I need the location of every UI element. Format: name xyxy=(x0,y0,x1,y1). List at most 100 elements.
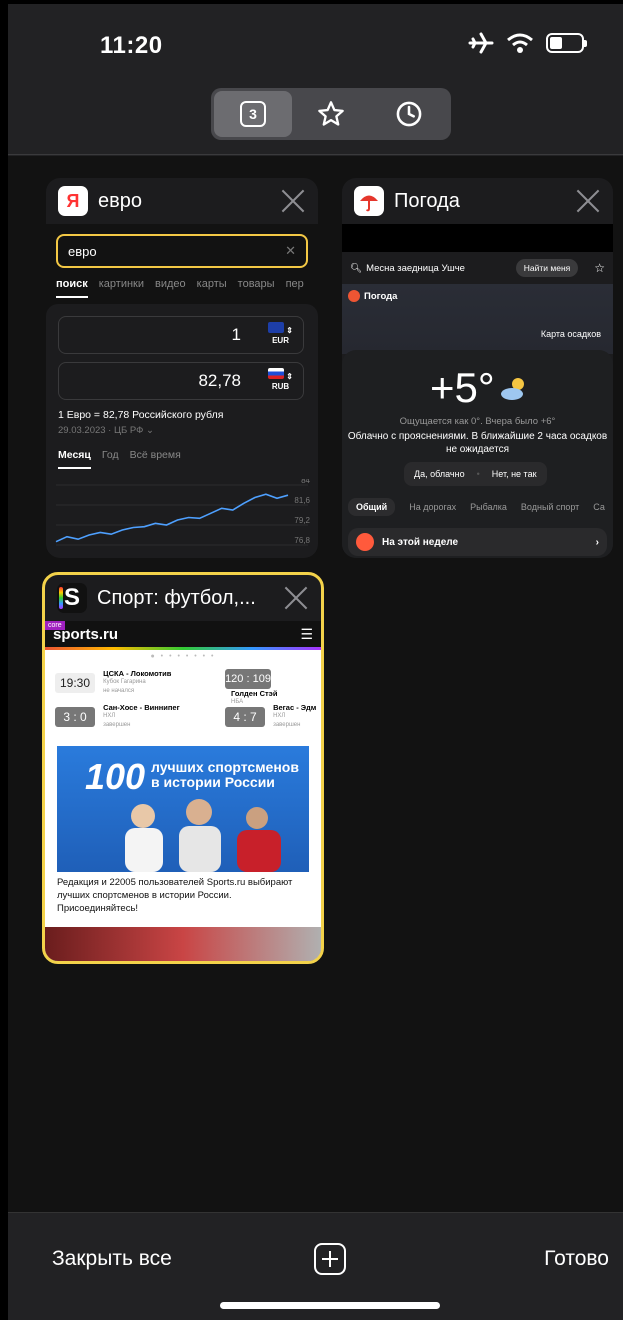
match-teams: Сан-Хосе - Виннипег xyxy=(103,703,180,712)
rub-amount: 82,78 xyxy=(198,371,241,390)
sports-header: sports.ru ☰ xyxy=(45,621,321,647)
weather-tabs: Общий На дорогах Рыбалка Водный спорт Са xyxy=(348,498,605,516)
sports-favicon-icon: S xyxy=(57,583,87,613)
close-tab-icon[interactable] xyxy=(575,188,601,214)
rub-selector: ⇕ RUB xyxy=(268,368,293,391)
yandex-dot-icon xyxy=(348,290,360,302)
close-tab-icon[interactable] xyxy=(283,585,309,611)
tab-bookmarks[interactable] xyxy=(292,91,370,137)
chart-tick-label: 76,8 xyxy=(294,536,310,545)
new-tab-icon[interactable] xyxy=(314,1243,346,1275)
tab-title: евро xyxy=(98,189,142,212)
week-label: На этой неделе xyxy=(382,536,459,548)
carousel-dots: ● • • • • • • • xyxy=(150,653,216,660)
tab-preview: 🔍︎ Месна заедница Ушче Найти меня ☆ Пого… xyxy=(342,224,613,558)
search-tab: поиск xyxy=(56,278,88,298)
tab-grid: Я евро евро ✕ поиск картинки видео карты… xyxy=(8,156,623,1212)
view-switcher: 3 xyxy=(211,88,451,140)
search-input: евро ✕ xyxy=(56,234,308,268)
star-icon xyxy=(318,101,344,126)
weather-desc: Облачно с прояснениями. В ближайшие 2 ча… xyxy=(347,431,608,455)
weather-tab: Общий xyxy=(348,498,396,516)
rate-date: 29.03.2023 · ЦБ РФ ⌄ xyxy=(58,425,154,436)
status-time: 11:20 xyxy=(100,32,163,59)
eu-flag-icon xyxy=(268,322,285,333)
tab-card-sports[interactable]: S Спорт: футбол,... sports.ru ☰ core ● •… xyxy=(42,572,324,964)
feedback-buttons: Да, облачно • Нет, не так xyxy=(404,462,547,486)
battery-icon xyxy=(546,33,587,53)
week-forecast-row: На этой неделе › xyxy=(348,528,607,556)
match-score: 120 : 109 xyxy=(225,669,271,689)
match-league: Кубок Гагарина xyxy=(103,679,146,685)
match-card: 3 : 0 Сан-Хосе - Виннипег НХЛ завершен xyxy=(55,703,180,730)
banner-caption: Редакция и 22005 пользователей Sports.ru… xyxy=(57,877,293,914)
rainbow-divider xyxy=(45,647,321,650)
search-tabs: поиск картинки видео карты товары пер xyxy=(56,278,304,298)
location-text: Месна заедница Ушче xyxy=(366,262,465,274)
tab-card-header: Я евро xyxy=(46,178,318,224)
rub-code: RUB xyxy=(271,381,290,391)
precip-map-link: Карта осадков xyxy=(540,329,601,339)
tab-card-yandex[interactable]: Я евро евро ✕ поиск картинки видео карты… xyxy=(46,178,318,558)
search-tab: видео xyxy=(155,278,186,290)
range-tab: Месяц xyxy=(58,449,91,469)
header-divider xyxy=(8,154,623,155)
close-tab-icon[interactable] xyxy=(280,188,306,214)
chevron-right-icon: › xyxy=(595,536,599,548)
tab-history[interactable] xyxy=(370,91,448,137)
thermometer-icon xyxy=(356,533,374,551)
eur-row: 1 ⇕ EUR xyxy=(58,316,304,354)
chart-tick-label: 81,6 xyxy=(294,496,310,505)
umbrella-favicon-icon xyxy=(354,186,384,216)
match-status: не начался xyxy=(103,688,135,694)
partly-cloudy-icon xyxy=(501,378,524,400)
menu-icon: ☰ xyxy=(300,625,313,642)
status-icons xyxy=(468,32,587,54)
match-league: НХЛ xyxy=(103,713,116,719)
rate-chart: 84 81,6 79,2 76,8 xyxy=(55,479,311,546)
chart-tick-label: 79,2 xyxy=(294,516,310,525)
match-card: 4 : 7 Вегас - Эдм НХЛ завершен xyxy=(225,703,316,730)
airplane-icon xyxy=(468,32,494,54)
blank-strip xyxy=(342,224,613,252)
clock-icon xyxy=(396,101,422,127)
temperature: +5° xyxy=(430,364,495,411)
banner-text: лучших спортсменов в истории России xyxy=(151,759,299,790)
tab-card-header: S Спорт: футбол,... xyxy=(45,575,321,621)
match-card: 19:30 ЦСКА - Локомотив Кубок Гагарина не н… xyxy=(55,669,171,696)
yandex-favicon-icon: Я xyxy=(58,186,88,216)
star-icon: ☆ xyxy=(594,261,605,275)
match-teams: Вегас - Эдм xyxy=(273,703,317,712)
close-all-button[interactable]: Закрыть все xyxy=(52,1247,172,1271)
answer-yes: Да, облачно xyxy=(414,469,465,479)
tab-preview: sports.ru ☰ core ● • • • • • • • 19:30 Ц… xyxy=(45,621,321,961)
search-tab: товары xyxy=(237,278,275,290)
range-tabs: Месяц Год Всё время xyxy=(58,449,181,469)
range-tab: Всё время xyxy=(129,449,181,461)
weather-tab: Са xyxy=(593,502,605,512)
currency-converter: 1 ⇕ EUR 82,78 ⇕ RUB 1 Евро = 82,78 Росси… xyxy=(46,304,318,558)
weather-badge: Погода xyxy=(348,290,397,302)
rate-text: 1 Евро = 82,78 Российского рубля xyxy=(58,409,224,421)
promo-banner: 100 лучших спортсменов в истории России xyxy=(57,746,309,872)
eur-selector: ⇕ EUR xyxy=(268,322,293,345)
athletes-image xyxy=(125,799,281,872)
weather-tab: Водный спорт xyxy=(520,502,580,512)
search-tab: картинки xyxy=(98,278,145,290)
match-score: 3 : 0 xyxy=(55,706,95,727)
tab-open-tabs[interactable]: 3 xyxy=(214,91,292,137)
answer-no: Нет, не так xyxy=(491,469,537,479)
find-me-button: Найти меня xyxy=(515,259,579,277)
search-tab: карты xyxy=(196,278,227,290)
tab-card-header: Погода xyxy=(342,178,613,224)
done-button[interactable]: Готово xyxy=(544,1247,609,1271)
home-indicator xyxy=(220,1302,440,1309)
tab-card-weather[interactable]: Погода 🔍︎ Месна заедница Ушче Найти меня… xyxy=(342,178,613,558)
clear-icon: ✕ xyxy=(285,243,296,258)
chart-series-line xyxy=(55,493,289,543)
chart-tick-label: 84 xyxy=(301,479,310,485)
weather-location-bar: 🔍︎ Месна заедница Ушче Найти меня ☆ xyxy=(342,252,613,284)
tab-title: Погода xyxy=(394,189,460,212)
search-value: евро xyxy=(68,244,97,259)
wifi-icon xyxy=(507,33,533,53)
